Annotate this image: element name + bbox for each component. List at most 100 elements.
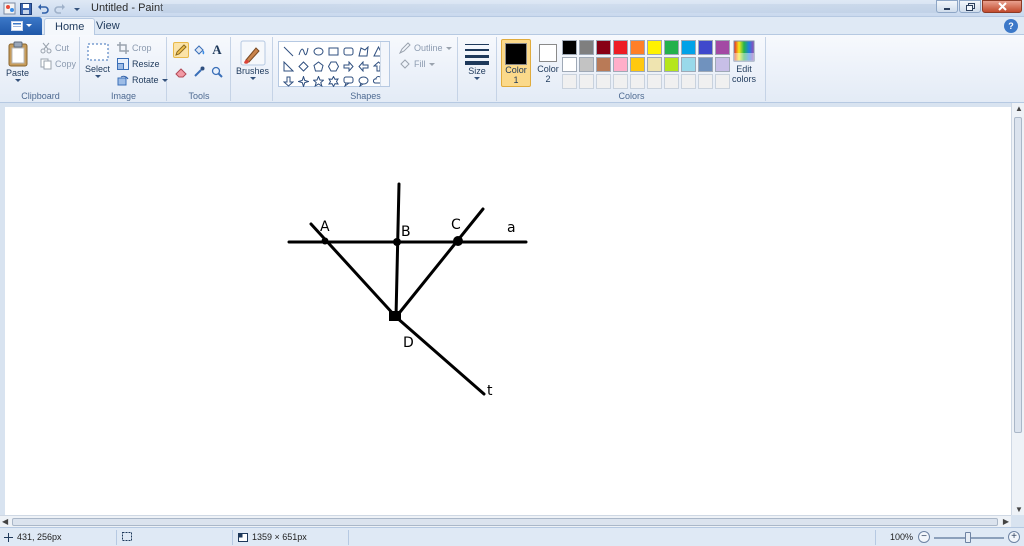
tab-view[interactable]: View: [86, 18, 130, 36]
diamond-shape-icon[interactable]: [296, 59, 311, 74]
vertical-scroll-thumb[interactable]: [1014, 117, 1022, 433]
palette-swatch[interactable]: [579, 74, 594, 89]
qat-dropdown-icon[interactable]: [70, 2, 84, 16]
drawing-canvas[interactable]: A B C a D t: [5, 107, 1011, 515]
palette-swatch[interactable]: [596, 57, 611, 72]
pencil-icon[interactable]: [173, 42, 189, 58]
curve-shape-icon[interactable]: [296, 44, 311, 59]
polygon-shape-icon[interactable]: [356, 44, 371, 59]
right-triangle-shape-icon[interactable]: [281, 59, 296, 74]
minimize-icon[interactable]: [936, 0, 958, 13]
scroll-up-icon[interactable]: ▲: [1015, 104, 1023, 113]
palette-swatch[interactable]: [562, 57, 577, 72]
pentagon-shape-icon[interactable]: [311, 59, 326, 74]
rounded-callout-shape-icon[interactable]: [341, 74, 356, 89]
six-point-star-shape-icon[interactable]: [326, 74, 341, 89]
cursor-position: 431, 256px: [4, 532, 62, 542]
palette-swatch[interactable]: [630, 40, 645, 55]
crop-icon: [117, 42, 129, 54]
color1-button[interactable]: Color 1: [501, 39, 531, 87]
save-icon[interactable]: [19, 2, 33, 16]
chevron-down-icon: [161, 78, 168, 82]
right-arrow-shape-icon[interactable]: [341, 59, 356, 74]
horizontal-scrollbar[interactable]: ◀ ▶: [0, 515, 1011, 527]
palette-swatch[interactable]: [579, 40, 594, 55]
edit-colors-button[interactable]: Edit colors: [732, 40, 756, 84]
oval-shape-icon[interactable]: [311, 44, 326, 59]
palette-swatch[interactable]: [613, 40, 628, 55]
copy-button[interactable]: Copy: [40, 58, 76, 70]
shapes-gallery-scrollbar[interactable]: [380, 42, 389, 86]
palette-swatch[interactable]: [664, 57, 679, 72]
palette-swatch[interactable]: [715, 40, 730, 55]
brushes-button[interactable]: Brushes: [236, 40, 269, 81]
palette-swatch[interactable]: [698, 74, 713, 89]
palette-swatch[interactable]: [681, 57, 696, 72]
color-picker-icon[interactable]: [191, 64, 207, 80]
crop-button[interactable]: Crop: [117, 42, 152, 54]
palette-swatch[interactable]: [647, 57, 662, 72]
palette-swatch[interactable]: [681, 40, 696, 55]
color2-button[interactable]: Color 2: [533, 39, 563, 87]
point-b: [393, 238, 401, 246]
chevron-down-icon: [25, 24, 32, 27]
undo-icon[interactable]: [36, 2, 50, 16]
four-point-star-shape-icon[interactable]: [296, 74, 311, 89]
palette-swatch[interactable]: [715, 74, 730, 89]
palette-swatch[interactable]: [698, 57, 713, 72]
close-icon[interactable]: [982, 0, 1022, 13]
fill-button[interactable]: Fill: [399, 58, 435, 70]
scroll-left-icon[interactable]: ◀: [2, 517, 8, 526]
palette-swatch[interactable]: [596, 74, 611, 89]
chevron-down-icon: [14, 79, 21, 82]
cut-button[interactable]: Cut: [40, 42, 69, 54]
palette-swatch[interactable]: [630, 74, 645, 89]
zoom-in-icon[interactable]: +: [1008, 531, 1020, 543]
text-icon[interactable]: A: [209, 42, 225, 58]
palette-swatch[interactable]: [562, 74, 577, 89]
palette-swatch[interactable]: [647, 74, 662, 89]
palette-swatch[interactable]: [647, 40, 662, 55]
paste-button[interactable]: Paste: [6, 40, 29, 83]
palette-swatch[interactable]: [715, 57, 730, 72]
vertical-scrollbar[interactable]: ▲ ▼: [1011, 103, 1024, 515]
rounded-rectangle-shape-icon[interactable]: [341, 44, 356, 59]
palette-swatch[interactable]: [664, 74, 679, 89]
palette-swatch[interactable]: [698, 40, 713, 55]
zoom-slider-thumb[interactable]: [965, 532, 971, 543]
paint-menu-button[interactable]: [0, 17, 42, 35]
rotate-button[interactable]: Rotate: [117, 74, 168, 86]
palette-swatch[interactable]: [630, 57, 645, 72]
palette-swatch[interactable]: [579, 57, 594, 72]
oval-callout-shape-icon[interactable]: [356, 74, 371, 89]
outline-button[interactable]: Outline: [399, 42, 452, 54]
scroll-down-icon[interactable]: ▼: [1015, 505, 1023, 514]
zoom-out-icon[interactable]: −: [918, 531, 930, 543]
rectangle-shape-icon[interactable]: [326, 44, 341, 59]
left-arrow-shape-icon[interactable]: [356, 59, 371, 74]
down-arrow-shape-icon[interactable]: [281, 74, 296, 89]
palette-swatch[interactable]: [664, 40, 679, 55]
select-button[interactable]: Select: [85, 42, 110, 79]
palette-swatch[interactable]: [562, 40, 577, 55]
size-button[interactable]: Size: [464, 40, 490, 81]
resize-button[interactable]: Resize: [117, 58, 160, 70]
scroll-right-icon[interactable]: ▶: [1003, 517, 1009, 526]
magnifier-icon[interactable]: [209, 64, 225, 80]
line-shape-icon[interactable]: [281, 44, 296, 59]
clipboard-icon: [8, 41, 27, 67]
horizontal-scroll-thumb[interactable]: [12, 518, 998, 526]
five-point-star-shape-icon[interactable]: [311, 74, 326, 89]
redo-icon[interactable]: [53, 2, 67, 16]
hexagon-shape-icon[interactable]: [326, 59, 341, 74]
maximize-icon[interactable]: [959, 0, 981, 13]
palette-swatch[interactable]: [596, 40, 611, 55]
palette-swatch[interactable]: [613, 74, 628, 89]
fill-icon[interactable]: [191, 42, 207, 58]
eraser-icon[interactable]: [173, 64, 189, 80]
label-t: t: [487, 383, 493, 399]
paint-app-icon[interactable]: [2, 2, 16, 16]
help-icon[interactable]: ?: [1004, 19, 1018, 33]
palette-swatch[interactable]: [681, 74, 696, 89]
palette-swatch[interactable]: [613, 57, 628, 72]
